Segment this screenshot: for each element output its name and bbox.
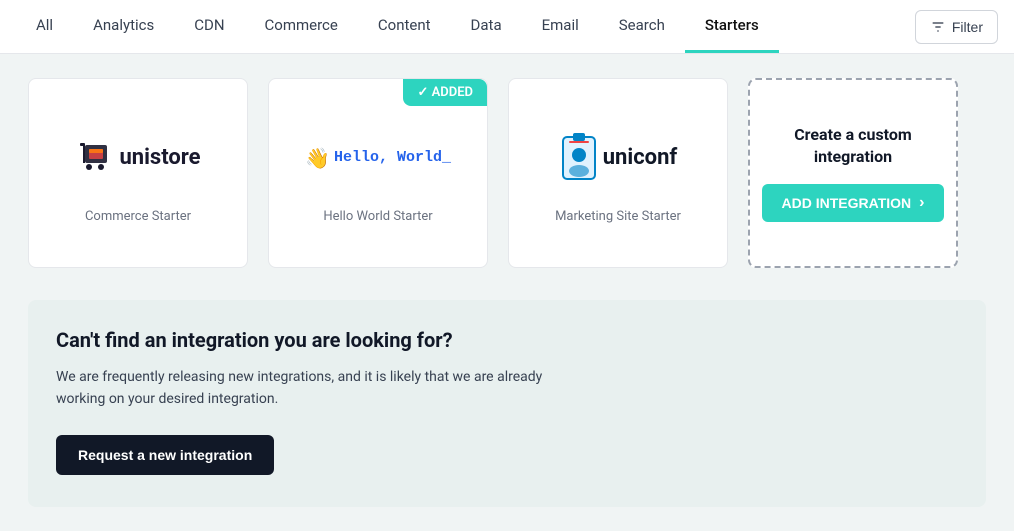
helloworld-text: Hello, World_ xyxy=(334,149,451,166)
helloworld-card-label: Hello World Starter xyxy=(323,209,432,224)
add-integration-button[interactable]: ADD INTEGRATION › xyxy=(762,184,945,222)
tab-search[interactable]: Search xyxy=(599,0,685,53)
bottom-title: Can't find an integration you are lookin… xyxy=(56,328,958,352)
uniconference-card-label: Marketing Site Starter xyxy=(555,209,681,224)
filter-label: Filter xyxy=(952,19,983,35)
add-integration-label: ADD INTEGRATION xyxy=(782,195,912,211)
card-custom-integration[interactable]: Create a custom integration ADD INTEGRAT… xyxy=(748,78,958,268)
wave-icon: 👋 xyxy=(305,146,330,170)
filter-icon xyxy=(930,19,946,35)
tab-content[interactable]: Content xyxy=(358,0,451,53)
unistore-logo: unistore xyxy=(75,123,200,193)
tab-analytics[interactable]: Analytics xyxy=(73,0,174,53)
main-content: unistore Commerce Starter ✓ ADDED 👋 Hell… xyxy=(0,54,1014,531)
uniconference-logo: uniconf xyxy=(559,123,678,193)
bottom-description: We are frequently releasing new integrat… xyxy=(56,366,576,411)
bottom-section: Can't find an integration you are lookin… xyxy=(28,300,986,507)
tab-all[interactable]: All xyxy=(16,0,73,53)
card-uniconference[interactable]: uniconf Marketing Site Starter xyxy=(508,78,728,268)
card-unistore[interactable]: unistore Commerce Starter xyxy=(28,78,248,268)
tab-starters[interactable]: Starters xyxy=(685,0,779,53)
unistore-text: unistore xyxy=(119,145,200,170)
nav-tabs: All Analytics CDN Commerce Content Data … xyxy=(0,0,1014,54)
added-badge: ✓ ADDED xyxy=(403,79,487,106)
cards-row: unistore Commerce Starter ✓ ADDED 👋 Hell… xyxy=(28,78,986,268)
filter-button[interactable]: Filter xyxy=(915,10,998,44)
card-hello-world[interactable]: ✓ ADDED 👋 Hello, World_ Hello World Star… xyxy=(268,78,488,268)
tab-commerce[interactable]: Commerce xyxy=(245,0,358,53)
custom-integration-title: Create a custom integration xyxy=(766,124,940,169)
tab-email[interactable]: Email xyxy=(522,0,599,53)
tab-data[interactable]: Data xyxy=(451,0,522,53)
request-integration-button[interactable]: Request a new integration xyxy=(56,435,274,475)
cart-icon xyxy=(75,141,113,175)
uniconference-text: uniconf xyxy=(603,145,678,170)
chevron-right-icon: › xyxy=(919,194,924,212)
uniconference-icon xyxy=(559,133,599,183)
unistore-card-label: Commerce Starter xyxy=(85,209,191,224)
helloworld-logo: 👋 Hello, World_ xyxy=(305,123,451,193)
tab-cdn[interactable]: CDN xyxy=(174,0,244,53)
